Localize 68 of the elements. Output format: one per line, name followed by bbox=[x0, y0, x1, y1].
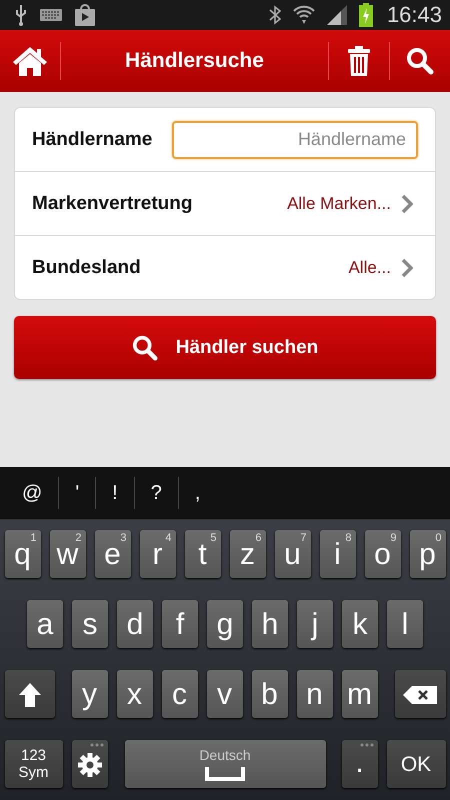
trash-icon bbox=[348, 46, 370, 76]
letter-key[interactable]: x bbox=[116, 670, 152, 718]
suggestion-key[interactable]: , bbox=[178, 477, 216, 509]
settings-key[interactable] bbox=[72, 740, 108, 788]
keyboard-icon bbox=[40, 9, 62, 21]
letter-key[interactable]: v bbox=[206, 670, 242, 718]
page-title: Händlersuche bbox=[124, 49, 265, 73]
letter-key[interactable]: c bbox=[162, 670, 198, 718]
period-key[interactable]: . bbox=[342, 740, 378, 788]
battery-charging-icon bbox=[358, 3, 373, 27]
digit-hint: 6 bbox=[255, 532, 262, 544]
letter-key[interactable]: y bbox=[72, 670, 108, 718]
search-icon bbox=[132, 334, 158, 360]
ok-key[interactable]: OK bbox=[386, 740, 446, 788]
chevron-right-icon bbox=[401, 194, 413, 214]
dealer-search-button[interactable]: Händler suchen bbox=[14, 316, 436, 379]
home-icon bbox=[12, 45, 48, 77]
backspace-icon bbox=[403, 686, 437, 704]
digit-hint: 4 bbox=[165, 532, 172, 544]
suggestion-key[interactable]: ! bbox=[95, 477, 134, 509]
suggestion-key[interactable]: ? bbox=[134, 477, 178, 509]
settings-icon bbox=[76, 752, 102, 778]
digit-hint: 5 bbox=[210, 532, 216, 544]
digit-hint: 9 bbox=[390, 532, 396, 544]
suggestion-key[interactable]: @ bbox=[12, 477, 58, 509]
letter-key[interactable]: a bbox=[27, 600, 63, 648]
select-row[interactable]: Markenvertretung Alle Marken... bbox=[15, 171, 435, 235]
digit-hint: 0 bbox=[435, 532, 442, 544]
suggestion-key[interactable]: ' bbox=[58, 477, 96, 509]
symbols-key[interactable]: 123 Sym bbox=[4, 740, 62, 788]
chevron-right-icon bbox=[401, 258, 413, 278]
space-bar-icon bbox=[205, 767, 245, 781]
letter-key[interactable]: l bbox=[387, 600, 423, 648]
field-label: Bundesland bbox=[32, 256, 142, 278]
field-label: Händlername bbox=[32, 128, 154, 150]
name-input-field[interactable]: Händlername bbox=[172, 120, 418, 158]
space-key[interactable]: Deutsch bbox=[124, 740, 326, 788]
selected-value: Alle Marken... bbox=[287, 194, 391, 214]
more-icon bbox=[360, 743, 374, 747]
selected-value: Alle... bbox=[348, 258, 391, 278]
digit-hint: 7 bbox=[300, 532, 306, 544]
shopping-bag-icon bbox=[74, 4, 96, 26]
letter-key[interactable]: h bbox=[252, 600, 288, 648]
letter-key[interactable]: b bbox=[252, 670, 288, 718]
digit-hint: 3 bbox=[120, 532, 126, 544]
letter-key[interactable]: g bbox=[207, 600, 243, 648]
letter-key[interactable]: d bbox=[117, 600, 153, 648]
select-row[interactable]: Bundesland Alle... bbox=[15, 235, 435, 299]
clock-time: 16:43 bbox=[386, 2, 442, 28]
bluetooth-icon bbox=[268, 5, 281, 25]
digit-hint: 1 bbox=[30, 532, 36, 544]
letter-key[interactable]: j bbox=[297, 600, 333, 648]
letter-key[interactable]: s bbox=[72, 600, 108, 648]
shift-key[interactable] bbox=[4, 670, 54, 718]
wifi-icon bbox=[292, 5, 315, 25]
digit-hint: 2 bbox=[75, 532, 82, 544]
arrow-up-icon bbox=[18, 682, 42, 708]
letter-key[interactable]: m bbox=[342, 670, 378, 718]
letter-key[interactable]: k bbox=[342, 600, 378, 648]
signal-icon bbox=[326, 5, 347, 25]
letter-key[interactable]: f bbox=[162, 600, 198, 648]
letter-key[interactable]: n bbox=[296, 670, 332, 718]
search-icon bbox=[406, 47, 434, 75]
field-label: Markenvertretung bbox=[32, 192, 194, 214]
usb-icon bbox=[14, 4, 28, 26]
backspace-key[interactable] bbox=[394, 670, 446, 718]
digit-hint: 8 bbox=[345, 532, 352, 544]
more-icon bbox=[90, 743, 104, 747]
